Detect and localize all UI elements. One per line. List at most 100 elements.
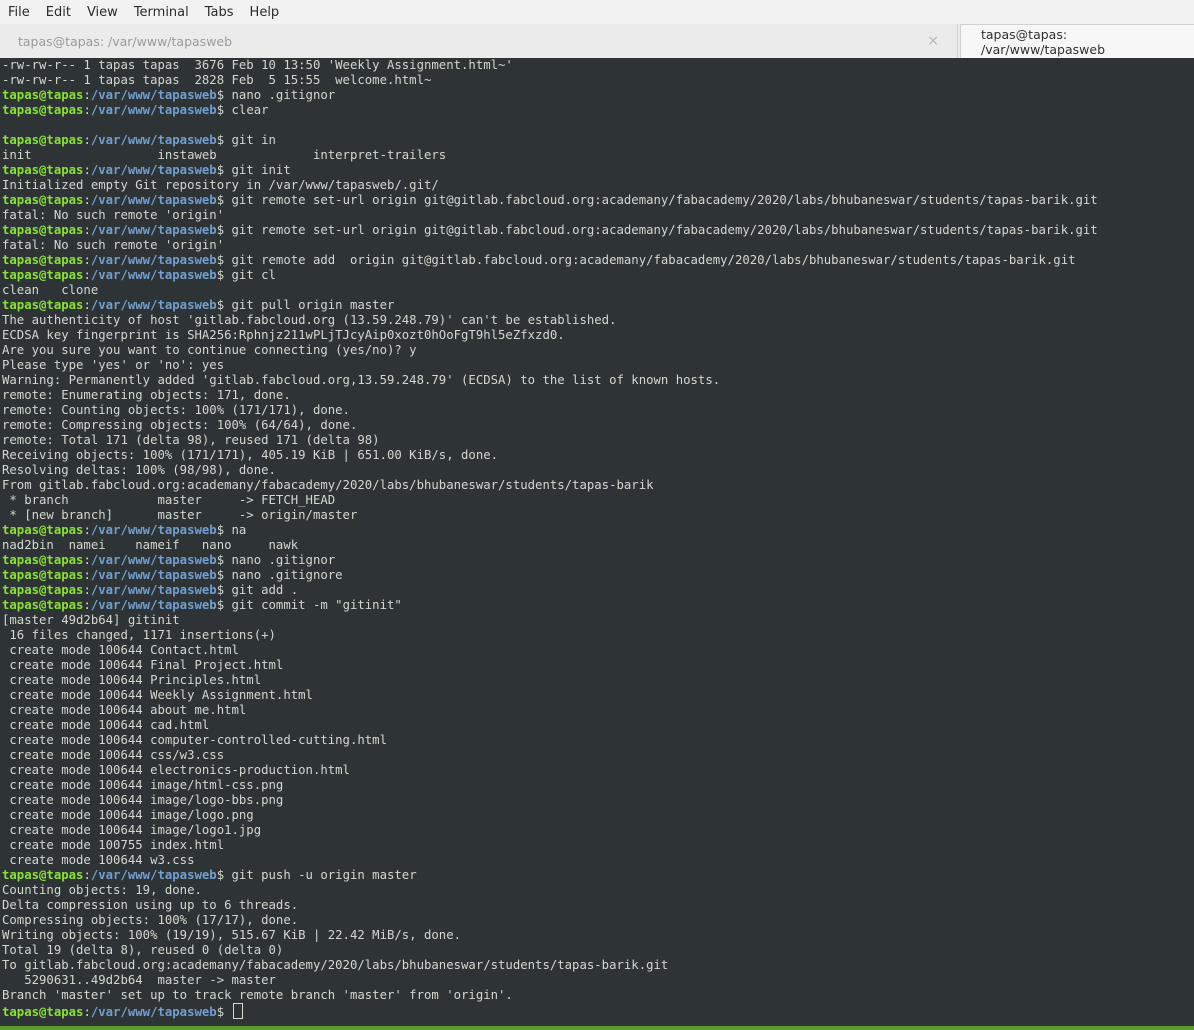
prompt-dollar: $ xyxy=(216,553,225,567)
output-text: -rw-rw-r-- 1 tapas tapas 2828 Feb 5 15:5… xyxy=(2,73,432,87)
output-line: Delta compression using up to 6 threads. xyxy=(2,898,1194,913)
command-text: git remote add origin git@gitlab.fabclou… xyxy=(224,253,1076,267)
output-text: * branch master -> FETCH_HEAD xyxy=(2,493,336,507)
prompt-line: tapas@tapas:/var/www/tapasweb$ git commi… xyxy=(2,598,1194,613)
output-line: create mode 100644 Final Project.html xyxy=(2,658,1194,673)
output-line: init instaweb interpret-trailers xyxy=(2,148,1194,163)
prompt-user: tapas@tapas xyxy=(2,253,84,267)
prompt-user: tapas@tapas xyxy=(2,133,84,147)
output-text: [master 49d2b64] gitinit xyxy=(2,613,180,627)
prompt-dollar: $ xyxy=(216,568,225,582)
output-line: Initialized empty Git repository in /var… xyxy=(2,178,1194,193)
output-line: Writing objects: 100% (19/19), 515.67 Ki… xyxy=(2,928,1194,943)
prompt-path: /var/www/tapasweb xyxy=(90,583,217,597)
output-text: 5290631..49d2b64 master -> master xyxy=(2,973,276,987)
prompt-dollar: $ xyxy=(216,598,225,612)
prompt-user: tapas@tapas xyxy=(2,523,84,537)
output-line: Please type 'yes' or 'no': yes xyxy=(2,358,1194,373)
output-text: create mode 100644 image/logo1.jpg xyxy=(2,823,262,837)
prompt-user: tapas@tapas xyxy=(2,268,84,282)
prompt-separator: : xyxy=(83,253,91,267)
output-line: create mode 100644 Contact.html xyxy=(2,643,1194,658)
command-text: git add . xyxy=(224,583,299,597)
output-line: [master 49d2b64] gitinit xyxy=(2,613,1194,628)
prompt-user: tapas@tapas xyxy=(2,298,84,312)
command-text: git remote set-url origin git@gitlab.fab… xyxy=(224,223,1098,237)
prompt-path: /var/www/tapasweb xyxy=(90,553,217,567)
command-text: nano .gitignore xyxy=(224,568,343,582)
menu-tabs[interactable]: Tabs xyxy=(197,5,242,20)
output-text: create mode 100644 electronics-productio… xyxy=(2,763,350,777)
output-line: Counting objects: 19, done. xyxy=(2,883,1194,898)
command-text: git cl xyxy=(224,268,276,282)
output-text: From gitlab.fabcloud.org:academany/fabac… xyxy=(2,478,654,492)
prompt-line: tapas@tapas:/var/www/tapasweb$ git add . xyxy=(2,583,1194,598)
output-text: Resolving deltas: 100% (98/98), done. xyxy=(2,463,276,477)
output-text: create mode 100644 Weekly Assignment.htm… xyxy=(2,688,313,702)
output-line: -rw-rw-r-- 1 tapas tapas 2828 Feb 5 15:5… xyxy=(2,73,1194,88)
prompt-line: tapas@tapas:/var/www/tapasweb$ nano .git… xyxy=(2,88,1194,103)
output-text: create mode 100644 computer-controlled-c… xyxy=(2,733,387,747)
prompt-separator: : xyxy=(83,298,91,312)
output-text: create mode 100755 index.html xyxy=(2,838,225,852)
output-text: Are you sure you want to continue connec… xyxy=(2,343,417,357)
output-line: create mode 100644 electronics-productio… xyxy=(2,763,1194,778)
prompt-separator: : xyxy=(83,583,91,597)
prompt-separator: : xyxy=(83,868,91,882)
output-line: 16 files changed, 1171 insertions(+) xyxy=(2,628,1194,643)
menu-bar: File Edit View Terminal Tabs Help xyxy=(0,0,1194,24)
output-line: remote: Compressing objects: 100% (64/64… xyxy=(2,418,1194,433)
output-text: Branch 'master' set up to track remote b… xyxy=(2,988,513,1002)
menu-help[interactable]: Help xyxy=(242,5,288,20)
prompt-user: tapas@tapas xyxy=(2,553,84,567)
output-text: Total 19 (delta 8), reused 0 (delta 0) xyxy=(2,943,284,957)
menu-edit[interactable]: Edit xyxy=(38,5,79,20)
prompt-user: tapas@tapas xyxy=(2,583,84,597)
prompt-line: tapas@tapas:/var/www/tapasweb$ git remot… xyxy=(2,193,1194,208)
prompt-path: /var/www/tapasweb xyxy=(90,868,217,882)
output-line: create mode 100644 computer-controlled-c… xyxy=(2,733,1194,748)
prompt-separator: : xyxy=(83,1005,91,1019)
output-text: create mode 100644 Final Project.html xyxy=(2,658,284,672)
output-text: fatal: No such remote 'origin' xyxy=(2,208,225,222)
menu-terminal[interactable]: Terminal xyxy=(126,5,197,20)
output-line: * [new branch] master -> origin/master xyxy=(2,508,1194,523)
terminal-output[interactable]: -rw-rw-r-- 1 tapas tapas 3676 Feb 10 13:… xyxy=(0,58,1194,1030)
tab-terminal-1[interactable]: tapas@tapas: /var/www/tapasweb × xyxy=(0,24,958,58)
prompt-separator: : xyxy=(83,103,91,117)
command-text: git pull origin master xyxy=(224,298,395,312)
prompt-separator: : xyxy=(83,568,91,582)
prompt-separator: : xyxy=(83,193,91,207)
output-line: create mode 100644 about me.html xyxy=(2,703,1194,718)
prompt-dollar: $ xyxy=(216,868,225,882)
output-text: create mode 100644 cad.html xyxy=(2,718,210,732)
command-text: na xyxy=(224,523,247,537)
output-text: fatal: No such remote 'origin' xyxy=(2,238,225,252)
prompt-line: tapas@tapas:/var/www/tapasweb$ git init xyxy=(2,163,1194,178)
prompt-separator: : xyxy=(83,163,91,177)
menu-view[interactable]: View xyxy=(79,5,126,20)
command-text: clear xyxy=(224,103,269,117)
tab-bar: tapas@tapas: /var/www/tapasweb × tapas@t… xyxy=(0,24,1194,59)
output-line: The authenticity of host 'gitlab.fabclou… xyxy=(2,313,1194,328)
close-icon[interactable]: × xyxy=(927,33,939,49)
output-line: From gitlab.fabcloud.org:academany/fabac… xyxy=(2,478,1194,493)
prompt-line: tapas@tapas:/var/www/tapasweb$ nano .git… xyxy=(2,553,1194,568)
prompt-path: /var/www/tapasweb xyxy=(90,598,217,612)
output-line: create mode 100644 image/logo.png xyxy=(2,808,1194,823)
prompt-dollar: $ xyxy=(216,298,225,312)
command-text: git remote set-url origin git@gitlab.fab… xyxy=(224,193,1098,207)
command-text: git commit -m "gitinit" xyxy=(224,598,402,612)
output-line: Total 19 (delta 8), reused 0 (delta 0) xyxy=(2,943,1194,958)
output-text: To gitlab.fabcloud.org:academany/fabacad… xyxy=(2,958,669,972)
tab-terminal-2[interactable]: tapas@tapas: /var/www/tapasweb xyxy=(960,24,1194,58)
prompt-dollar: $ xyxy=(216,223,225,237)
menu-file[interactable]: File xyxy=(0,5,38,20)
prompt-line: tapas@tapas:/var/www/tapasweb$ nano .git… xyxy=(2,568,1194,583)
output-line: Resolving deltas: 100% (98/98), done. xyxy=(2,463,1194,478)
output-text: Delta compression using up to 6 threads. xyxy=(2,898,299,912)
output-text: remote: Enumerating objects: 171, done. xyxy=(2,388,291,402)
prompt-line: tapas@tapas:/var/www/tapasweb$ clear xyxy=(2,103,1194,118)
output-line: create mode 100644 css/w3.css xyxy=(2,748,1194,763)
